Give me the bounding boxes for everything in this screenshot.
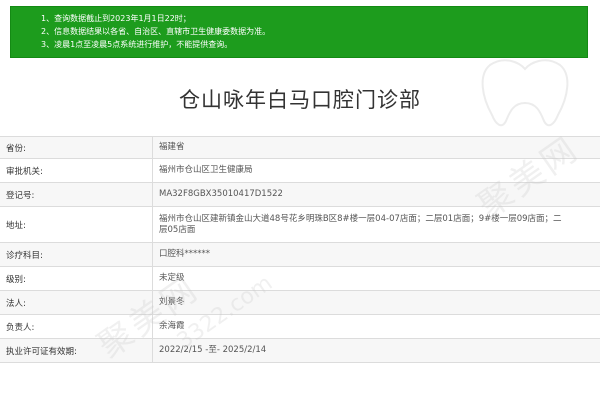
info-row-authority: 审批机关: 福州市仓山区卫生健康局 — [0, 159, 600, 183]
info-label: 登记号: — [0, 183, 153, 206]
info-value: 2022/2/15 -至- 2025/2/14 — [153, 339, 600, 362]
info-row-license-validity: 执业许可证有效期: 2022/2/15 -至- 2025/2/14 — [0, 339, 600, 363]
notice-line-1: 1、查询数据截止到2023年1月1日22时； — [41, 14, 191, 23]
info-value: 余海霞 — [153, 315, 600, 338]
info-label: 法人: — [0, 291, 153, 314]
page-title: 仓山咏年白马口腔门诊部 — [179, 88, 421, 112]
info-label: 级别: — [0, 267, 153, 290]
page: 1、查询数据截止到2023年1月1日22时； 2、信息数据结果以各省、自治区、直… — [0, 0, 600, 400]
notice-banner: 1、查询数据截止到2023年1月1日22时； 2、信息数据结果以各省、自治区、直… — [10, 6, 588, 58]
info-table: 省份: 福建省 审批机关: 福州市仓山区卫生健康局 登记号: MA32F8GBX… — [0, 136, 600, 363]
info-value: 未定级 — [153, 267, 600, 290]
notice-line-3: 3、凌晨1点至凌晨5点系统进行维护，不能提供查询。 — [41, 40, 233, 49]
info-row-department: 诊疗科目: 口腔科****** — [0, 243, 600, 267]
info-row-level: 级别: 未定级 — [0, 267, 600, 291]
info-value: 福建省 — [153, 137, 600, 158]
info-row-province: 省份: 福建省 — [0, 137, 600, 159]
info-value: 福州市仓山区卫生健康局 — [153, 159, 600, 182]
info-row-registration: 登记号: MA32F8GBX35010417D1522 — [0, 183, 600, 207]
info-row-address: 地址: 福州市仓山区建新镇金山大道48号花乡明珠B区8#楼一层04-07店面；二… — [0, 207, 600, 243]
info-value: MA32F8GBX35010417D1522 — [153, 183, 600, 206]
info-value: 口腔科****** — [153, 243, 600, 266]
info-label: 地址: — [0, 207, 153, 242]
info-value: 刘景冬 — [153, 291, 600, 314]
info-label: 审批机关: — [0, 159, 153, 182]
info-label: 省份: — [0, 137, 153, 158]
info-label: 诊疗科目: — [0, 243, 153, 266]
info-label: 负责人: — [0, 315, 153, 338]
info-value: 福州市仓山区建新镇金山大道48号花乡明珠B区8#楼一层04-07店面；二层01店… — [153, 207, 600, 242]
notice-line-2: 2、信息数据结果以各省、自治区、直辖市卫生健康委数据为准。 — [41, 27, 271, 36]
info-row-principal: 负责人: 余海霞 — [0, 315, 600, 339]
info-label: 执业许可证有效期: — [0, 339, 153, 362]
info-row-legal-person: 法人: 刘景冬 — [0, 291, 600, 315]
